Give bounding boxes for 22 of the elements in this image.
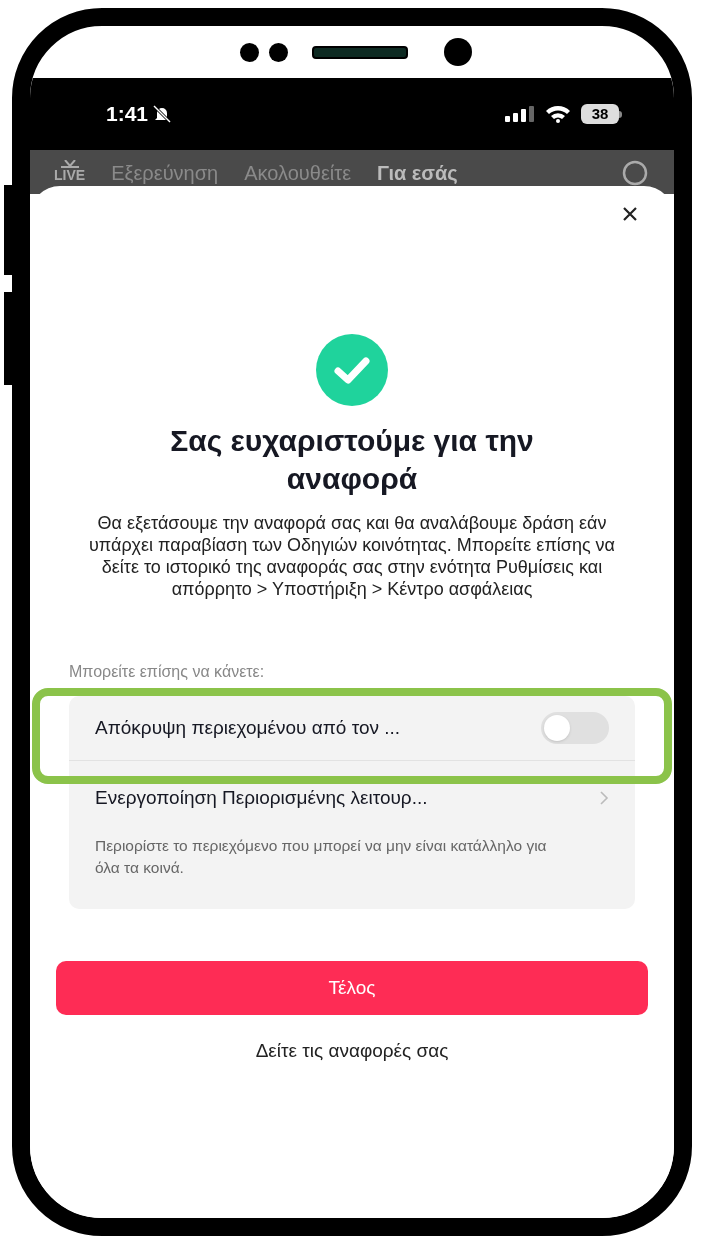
chevron-right-icon xyxy=(599,790,609,806)
view-reports-link[interactable]: Δείτε τις αναφορές σας xyxy=(255,1037,449,1066)
live-button[interactable]: LIVE xyxy=(54,160,86,182)
check-circle-icon xyxy=(316,334,388,406)
option-description: Περιορίστε το περιεχόμενο που μπορεί να μην είναι κατάλληλο για όλα τα κοινά. xyxy=(95,836,548,878)
option-label: Απόκρυψη περιεχομένου από τον ... xyxy=(95,715,401,740)
close-icon[interactable] xyxy=(622,206,638,222)
tv-antenna-icon xyxy=(58,160,81,168)
option-label[interactable]: Ενεργοποίηση Περιορισμένης λειτουρ... xyxy=(95,783,428,813)
status-time: 1:41 xyxy=(106,101,149,128)
sheet-message: Θα εξετάσουμε την αναφορά σας και θα αναλάβουμε δράση εάν υπάρχει παραβίαση των Οδηγιών κοινότητας. Μπορείτε επίσης να δείτε το ιστορικό της αναφοράς σας στην ενότητα Ρυθμίσεις και απόρρητο > Υποστήριξη > Κέντρο ασφάλειας xyxy=(87,512,616,600)
search-icon[interactable] xyxy=(622,160,650,186)
feed-tab[interactable]: Για εσάς xyxy=(377,160,458,186)
toggle-switch[interactable] xyxy=(541,712,609,744)
signal-icon xyxy=(505,106,535,122)
wifi-icon xyxy=(545,105,571,123)
done-button[interactable]: Τέλος xyxy=(56,961,648,1015)
options-label: Μπορείτε επίσης να κάνετε: xyxy=(69,662,266,682)
feed-tab[interactable]: Εξερεύνηση xyxy=(111,160,219,186)
sheet-title: Σας ευχαριστούμε για την αναφορά xyxy=(169,423,535,497)
feed-tab[interactable]: Ακολουθείτε xyxy=(244,160,352,186)
battery-level: 38 xyxy=(591,103,609,124)
